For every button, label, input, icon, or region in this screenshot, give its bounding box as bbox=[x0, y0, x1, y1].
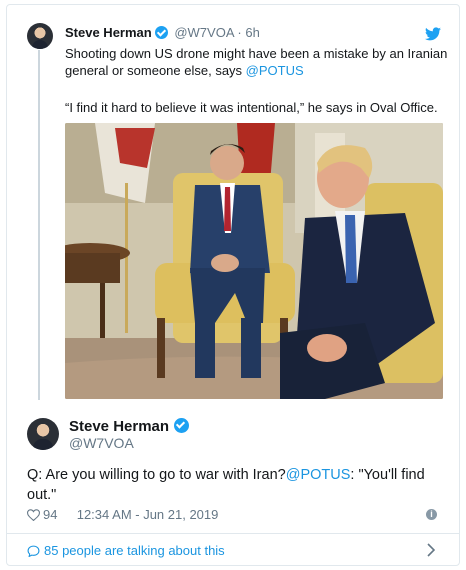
twitter-bird-icon[interactable] bbox=[425, 27, 441, 41]
author-name-row: Steve Herman bbox=[69, 418, 192, 435]
quoted-tweet-quote: “I find it hard to believe it was intent… bbox=[65, 100, 438, 115]
divider bbox=[7, 533, 459, 534]
talking-about-link[interactable]: 85 people are talking about this bbox=[27, 543, 225, 558]
like-count[interactable]: 94 bbox=[43, 507, 57, 522]
author-name[interactable]: Steve Herman bbox=[69, 418, 169, 435]
avatar[interactable] bbox=[27, 418, 59, 450]
tweet-photo[interactable] bbox=[65, 123, 443, 399]
speech-bubble-icon bbox=[27, 545, 40, 557]
author-name[interactable]: Steve Herman bbox=[65, 25, 152, 40]
author-handle[interactable]: @W7VOA bbox=[174, 25, 233, 40]
tweet-text: Q: Are you willing to go to war with Ira… bbox=[27, 465, 447, 505]
mention-link[interactable]: @POTUS bbox=[246, 63, 304, 78]
text-segment: Q: Are you willing to go to war with Ira… bbox=[27, 467, 286, 483]
tweet-embed-card: Steve Herman @W7VOA · 6h Shooting down U… bbox=[6, 4, 460, 566]
avatar[interactable] bbox=[27, 23, 53, 49]
talking-about-text: 85 people are talking about this bbox=[44, 543, 225, 558]
heart-icon[interactable] bbox=[27, 509, 40, 521]
quoted-tweet-header: Steve Herman @W7VOA · 6h bbox=[65, 25, 260, 40]
info-icon[interactable]: i bbox=[426, 509, 437, 520]
photo-oval-office-meeting bbox=[65, 123, 443, 399]
separator-dot: · bbox=[237, 25, 242, 40]
tweet-meta: 94 12:34 AM - Jun 21, 2019 bbox=[27, 507, 218, 522]
quoted-tweet-text: Shooting down US drone might have been a… bbox=[65, 45, 449, 79]
thread-line bbox=[38, 50, 40, 400]
verified-icon bbox=[154, 26, 168, 39]
author-handle[interactable]: @W7VOA bbox=[69, 435, 134, 451]
verified-icon bbox=[174, 418, 190, 433]
tweet-timestamp[interactable]: 12:34 AM - Jun 21, 2019 bbox=[77, 507, 219, 522]
quoted-tweet[interactable]: Steve Herman @W7VOA · 6h Shooting down U… bbox=[7, 5, 459, 405]
tweet-time[interactable]: 6h bbox=[245, 25, 259, 40]
chevron-right-icon[interactable] bbox=[427, 543, 435, 557]
mention-link[interactable]: @POTUS bbox=[286, 467, 351, 483]
